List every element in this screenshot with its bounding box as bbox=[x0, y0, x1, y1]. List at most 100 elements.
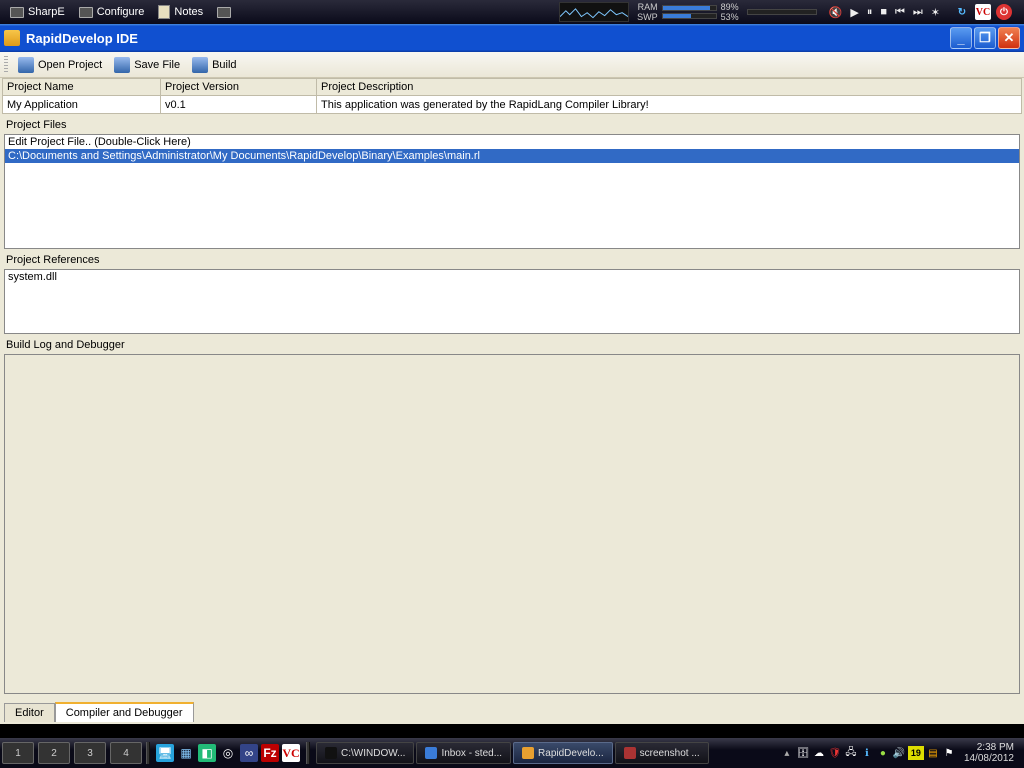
list-item[interactable]: Edit Project File.. (Double-Click Here) bbox=[5, 135, 1019, 149]
clock[interactable]: 2:38 PM 14/08/2012 bbox=[958, 742, 1020, 764]
screenshot-icon bbox=[624, 747, 636, 759]
tray-counter-icon[interactable]: 19 bbox=[908, 746, 924, 760]
monitor-icon bbox=[217, 7, 231, 18]
project-refs-list[interactable]: system.dll bbox=[4, 269, 1020, 334]
separator bbox=[306, 742, 310, 764]
tray-net-icon[interactable]: 🖧 bbox=[844, 746, 858, 760]
task-items: C:\WINDOW... Inbox - sted... RapidDevelo… bbox=[312, 742, 713, 764]
ql-vnc-icon[interactable]: VC bbox=[282, 744, 300, 762]
ql-filezilla-icon[interactable]: Fz bbox=[261, 744, 279, 762]
tray-db-icon[interactable]: 🗄 bbox=[796, 746, 810, 760]
ql-app1-icon[interactable]: ◧ bbox=[198, 744, 216, 762]
bottom-tabs: Editor Compiler and Debugger bbox=[2, 698, 1022, 724]
desktop-menu-notes[interactable]: Notes bbox=[152, 3, 209, 21]
task-item[interactable]: RapidDevelo... bbox=[513, 742, 613, 764]
next-icon[interactable]: ⏭ bbox=[913, 6, 923, 19]
project-files-list[interactable]: Edit Project File.. (Double-Click Here) … bbox=[4, 134, 1020, 249]
separator bbox=[146, 742, 150, 764]
virtual-desktops: 1 2 3 4 bbox=[0, 738, 144, 768]
content-area: Project Name Project Version Project Des… bbox=[0, 78, 1024, 724]
play-icon[interactable]: ▶ bbox=[850, 6, 858, 19]
task-item[interactable]: screenshot ... bbox=[615, 742, 709, 764]
menu-label: Notes bbox=[174, 6, 203, 18]
power-icon[interactable]: ⏻ bbox=[996, 4, 1012, 20]
project-name-input[interactable]: My Application bbox=[2, 96, 160, 114]
tray-arrow-icon[interactable]: ▴ bbox=[780, 746, 794, 760]
list-item[interactable]: C:\Documents and Settings\Administrator\… bbox=[5, 149, 1019, 163]
desktop-switch-2[interactable]: 2 bbox=[38, 742, 70, 764]
prev-icon[interactable]: ⏮ bbox=[895, 6, 905, 19]
system-tray: ▴ 🗄 ☁ 🛡 🖧 ℹ ● 🔊 19 ▤ ⚑ 2:38 PM 14/08/201… bbox=[780, 742, 1024, 764]
window-controls: _ ❐ ✕ bbox=[950, 27, 1020, 49]
tray-info-icon[interactable]: ℹ bbox=[860, 746, 874, 760]
tab-compiler[interactable]: Compiler and Debugger bbox=[55, 702, 194, 722]
tray-gpu-icon[interactable]: ▤ bbox=[926, 746, 940, 760]
task-item[interactable]: C:\WINDOW... bbox=[316, 742, 414, 764]
project-version-header: Project Version bbox=[160, 78, 316, 96]
swap-bar bbox=[662, 13, 717, 19]
note-icon bbox=[158, 5, 170, 19]
ql-show-desktop-icon[interactable]: ▦ bbox=[177, 744, 195, 762]
volume-icon[interactable]: 🔇 bbox=[829, 6, 843, 19]
ram-pct: 89% bbox=[721, 2, 739, 12]
swap-pct: 53% bbox=[721, 12, 739, 22]
desktop-switch-1[interactable]: 1 bbox=[2, 742, 34, 764]
task-label: C:\WINDOW... bbox=[341, 748, 405, 759]
project-desc-header: Project Description bbox=[316, 78, 1022, 96]
refresh-icon[interactable]: ↻ bbox=[954, 4, 970, 20]
bottom-taskbar: 1 2 3 4 🖥 ▦ ◧ ◎ ∞ Fz VC C:\WINDOW... Inb… bbox=[0, 738, 1024, 768]
tray-vol-icon[interactable]: 🔊 bbox=[892, 746, 906, 760]
toolbar-grip[interactable] bbox=[4, 56, 8, 74]
open-project-button[interactable]: Open Project bbox=[14, 55, 106, 75]
top-taskbar: SharpE Configure Notes RAMSWP 89%53% 🔇 ▶… bbox=[0, 0, 1024, 24]
tray-flag-icon[interactable]: ⚑ bbox=[942, 746, 956, 760]
stop-icon[interactable]: ■ bbox=[880, 6, 887, 19]
vnc-icon[interactable]: VC bbox=[975, 4, 991, 20]
memory-monitor: RAMSWP 89%53% bbox=[637, 2, 739, 22]
pause-icon[interactable]: ⏸ bbox=[867, 6, 873, 19]
title-bar[interactable]: RapidDevelop IDE _ ❐ ✕ bbox=[0, 24, 1024, 52]
desktop-menu-configure[interactable]: Configure bbox=[73, 4, 151, 20]
mail-icon bbox=[425, 747, 437, 759]
desktop-menu-blank[interactable] bbox=[211, 5, 241, 20]
quick-launch: 🖥 ▦ ◧ ◎ ∞ Fz VC bbox=[152, 744, 304, 762]
button-label: Build bbox=[212, 59, 236, 71]
desktop-menu-sharpe[interactable]: SharpE bbox=[4, 4, 71, 20]
clock-time: 2:38 PM bbox=[964, 742, 1014, 753]
tray-clock-icon[interactable]: ● bbox=[876, 746, 890, 760]
ide-icon bbox=[522, 747, 534, 759]
ql-explorer-icon[interactable]: 🖥 bbox=[156, 744, 174, 762]
tray-shield-icon[interactable]: 🛡 bbox=[828, 746, 842, 760]
media-progress[interactable] bbox=[747, 9, 817, 15]
shuffle-icon[interactable]: ✶ bbox=[931, 6, 940, 19]
build-log-panel[interactable] bbox=[4, 354, 1020, 694]
task-label: screenshot ... bbox=[640, 748, 700, 759]
toolbar: Open Project Save File Build bbox=[0, 52, 1024, 78]
build-button[interactable]: Build bbox=[188, 55, 240, 75]
ram-bar bbox=[662, 5, 717, 11]
build-icon bbox=[192, 57, 208, 73]
project-name-header: Project Name bbox=[2, 78, 160, 96]
desktop-switch-4[interactable]: 4 bbox=[110, 742, 142, 764]
tab-editor[interactable]: Editor bbox=[4, 703, 55, 722]
app-icon bbox=[4, 30, 20, 46]
list-item[interactable]: system.dll bbox=[8, 271, 1016, 283]
ql-app2-icon[interactable]: ∞ bbox=[240, 744, 258, 762]
project-version-input[interactable]: v0.1 bbox=[160, 96, 316, 114]
minimize-button[interactable]: _ bbox=[950, 27, 972, 49]
tray-cloud-icon[interactable]: ☁ bbox=[812, 746, 826, 760]
task-label: RapidDevelo... bbox=[538, 748, 604, 759]
project-meta-values: My Application v0.1 This application was… bbox=[2, 96, 1022, 114]
project-desc-input[interactable]: This application was generated by the Ra… bbox=[316, 96, 1022, 114]
desktop-switch-3[interactable]: 3 bbox=[74, 742, 106, 764]
top-center-area: RAMSWP 89%53% 🔇 ▶ ⏸ ■ ⏮ ⏭ ✶ ↻ VC ⏻ bbox=[243, 2, 1020, 22]
button-label: Open Project bbox=[38, 59, 102, 71]
task-item[interactable]: Inbox - sted... bbox=[416, 742, 511, 764]
save-icon bbox=[114, 57, 130, 73]
ql-chrome-icon[interactable]: ◎ bbox=[219, 744, 237, 762]
swap-label: SWP bbox=[637, 12, 658, 22]
maximize-button[interactable]: ❐ bbox=[974, 27, 996, 49]
save-file-button[interactable]: Save File bbox=[110, 55, 184, 75]
close-button[interactable]: ✕ bbox=[998, 27, 1020, 49]
monitor-icon bbox=[79, 7, 93, 18]
